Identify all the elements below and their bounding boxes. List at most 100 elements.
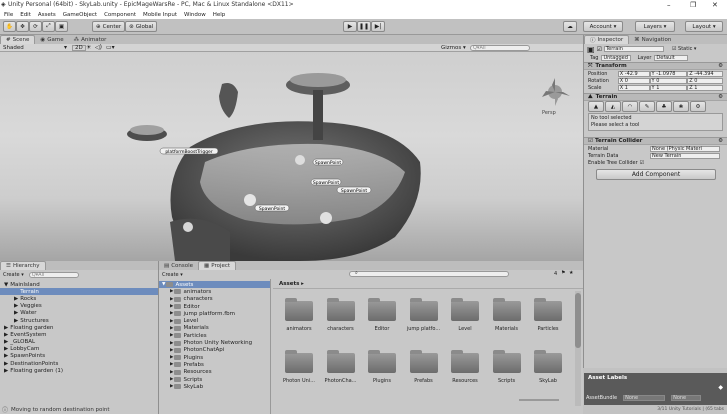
rotation-z-field[interactable]: Z 0: [687, 77, 723, 84]
collider-checkbox[interactable]: ☑: [588, 138, 593, 144]
project-tree-item[interactable]: ▶ Level: [159, 317, 270, 324]
expand-right-icon[interactable]: ▶: [170, 348, 173, 353]
scale-tool-icon[interactable]: ⤢: [42, 21, 55, 32]
layers-dropdown[interactable]: Layers ▾: [635, 21, 675, 32]
hierarchy-item[interactable]: ▶ Floating garden: [0, 324, 158, 331]
spawnpoint-label-1[interactable]: SpawnPoint: [312, 158, 344, 166]
lighting-toggle-icon[interactable]: ☀: [86, 44, 91, 51]
expand-right-icon[interactable]: ▶: [14, 318, 18, 324]
rotate-tool-icon[interactable]: ⟳: [29, 21, 42, 32]
terrain-settings-gear-icon[interactable]: ⚙: [718, 94, 723, 100]
rotation-y-field[interactable]: Y 0: [649, 77, 688, 84]
hierarchy-item[interactable]: ▶ Rocks: [0, 295, 158, 302]
project-search-input[interactable]: [349, 271, 509, 277]
scale-y-field[interactable]: Y 1: [649, 84, 688, 91]
project-tree-item[interactable]: ▶ jump platform.fbm: [159, 310, 270, 317]
static-checkbox[interactable]: ☑ Static ▾: [672, 46, 696, 52]
hierarchy-item[interactable]: ▶ Floating garden (1): [0, 367, 158, 374]
audio-toggle-icon[interactable]: ◁): [95, 44, 102, 51]
hierarchy-item[interactable]: ▶ Water: [0, 310, 158, 317]
maximize-button[interactable]: ❐: [690, 1, 696, 9]
hierarchy-item[interactable]: ▶ LobbyCam: [0, 346, 158, 353]
spawnpoint-label-4[interactable]: SpawnPoint: [254, 204, 290, 212]
expand-right-icon[interactable]: ▶: [170, 384, 173, 389]
play-button[interactable]: ▶: [343, 21, 357, 32]
project-create-dropdown[interactable]: Create ▾: [162, 272, 183, 278]
tab-hierarchy[interactable]: ☰ Hierarchy: [0, 261, 46, 270]
minimize-button[interactable]: –: [667, 1, 671, 9]
menu-gameobject[interactable]: GameObject: [63, 12, 97, 18]
project-tree-item[interactable]: ▶ Photon Unity Networking: [159, 339, 270, 346]
hierarchy-search-input[interactable]: Q▾All: [28, 271, 79, 278]
collider-settings-gear-icon[interactable]: ⚙: [718, 138, 723, 144]
expand-right-icon[interactable]: ▶: [170, 289, 173, 294]
expand-right-icon[interactable]: ▶: [14, 310, 18, 316]
rotation-x-field[interactable]: X 0: [617, 77, 650, 84]
asset-folder[interactable]: characters: [319, 298, 363, 332]
orientation-gizmo[interactable]: [542, 78, 570, 106]
project-tree-item[interactable]: ▶ Prefabs: [159, 361, 270, 368]
smooth-height-tool-icon[interactable]: ◠: [622, 101, 638, 112]
position-x-field[interactable]: X -42.9: [617, 70, 650, 77]
expand-right-icon[interactable]: ▶: [4, 339, 8, 345]
shading-mode-dropdown[interactable]: Shaded: [3, 45, 24, 51]
menu-help[interactable]: Help: [213, 12, 226, 18]
expand-right-icon[interactable]: ▶: [170, 297, 173, 302]
expand-right-icon[interactable]: ▶: [170, 377, 173, 382]
hierarchy-item[interactable]: ▶ Veggies: [0, 303, 158, 310]
project-breadcrumb[interactable]: Assets ▸: [273, 279, 583, 289]
hierarchy-item[interactable]: ▶ DestinationPoints: [0, 360, 158, 367]
tag-dropdown[interactable]: Untagged: [601, 55, 632, 61]
tab-project[interactable]: ▦ Project: [198, 261, 237, 270]
paint-texture-tool-icon[interactable]: ✎: [639, 101, 655, 112]
asset-folder[interactable]: Particles: [526, 298, 570, 332]
menu-component[interactable]: Component: [104, 12, 136, 18]
transform-header[interactable]: ⤧ Transform ⚙: [584, 62, 727, 70]
effects-toggle-icon[interactable]: ▭▾: [106, 44, 115, 51]
pivot-center-button[interactable]: ⊕ Center: [92, 21, 126, 32]
hierarchy-item[interactable]: ▶Terrain: [0, 288, 158, 296]
asset-folder[interactable]: Level: [443, 298, 487, 332]
expand-right-icon[interactable]: ▶: [4, 332, 8, 338]
material-field[interactable]: None (Physic Materi: [650, 145, 720, 152]
hierarchy-item[interactable]: ▶ _GLOBAL: [0, 339, 158, 346]
scene-search-input[interactable]: Q▾All: [470, 45, 530, 51]
paint-details-tool-icon[interactable]: ❀: [673, 101, 689, 112]
pivot-global-button[interactable]: ⊛ Global: [125, 21, 158, 32]
menu-window[interactable]: Window: [184, 12, 206, 18]
layout-dropdown[interactable]: Layout ▾: [685, 21, 723, 32]
menu-assets[interactable]: Assets: [38, 12, 56, 18]
expand-right-icon[interactable]: ▶: [4, 368, 8, 374]
terrain-header[interactable]: ⛰ Terrain ⚙: [584, 93, 727, 101]
asset-folder[interactable]: Plugins: [360, 350, 404, 384]
hierarchy-item[interactable]: ▶ Structures: [0, 317, 158, 324]
expand-right-icon[interactable]: ▶: [4, 353, 8, 359]
project-scrollbar-thumb[interactable]: [575, 293, 581, 348]
tab-animator[interactable]: ⁂ Animator: [69, 35, 112, 44]
expand-right-icon[interactable]: ▶: [4, 346, 8, 352]
tab-navigation[interactable]: ⌘ Navigation: [629, 35, 676, 44]
terrain-collider-header[interactable]: ☑ Terrain Collider ⚙: [584, 137, 727, 145]
menu-mobile-input[interactable]: Mobile Input: [143, 12, 177, 18]
label-tag-icon[interactable]: ◆: [718, 384, 723, 391]
asset-folder[interactable]: Scripts: [485, 350, 529, 384]
expand-right-icon[interactable]: ▶: [170, 319, 173, 324]
expand-right-icon[interactable]: ▶: [170, 326, 173, 331]
close-button[interactable]: ✕: [712, 1, 718, 9]
tree-collider-checkbox[interactable]: ☑: [640, 160, 644, 166]
terrain-data-field[interactable]: New Terrain: [650, 152, 720, 159]
move-tool-icon[interactable]: ✥: [16, 21, 29, 32]
scene-viewport[interactable]: SpawnPoint SpawnPoint SpawnPoint SpawnPo…: [0, 52, 583, 261]
menu-file[interactable]: File: [4, 12, 13, 18]
hierarchy-create-dropdown[interactable]: Create ▾: [3, 272, 24, 278]
project-tree-item[interactable]: ▶ Editor: [159, 303, 270, 310]
expand-right-icon[interactable]: ▶: [4, 361, 8, 367]
hand-tool-icon[interactable]: ✋: [3, 21, 16, 32]
project-tree-item[interactable]: ▶ PhotonChatApi: [159, 347, 270, 354]
asset-folder[interactable]: Prefabs: [402, 350, 446, 384]
hierarchy-item[interactable]: ▼ MainIsland: [0, 281, 158, 288]
pause-button[interactable]: ❚❚: [357, 21, 371, 32]
project-tree-item[interactable]: ▶ Plugins: [159, 354, 270, 361]
expand-right-icon[interactable]: ▶: [170, 355, 173, 360]
spawnpoint-label-3[interactable]: SpawnPoint: [336, 186, 372, 194]
